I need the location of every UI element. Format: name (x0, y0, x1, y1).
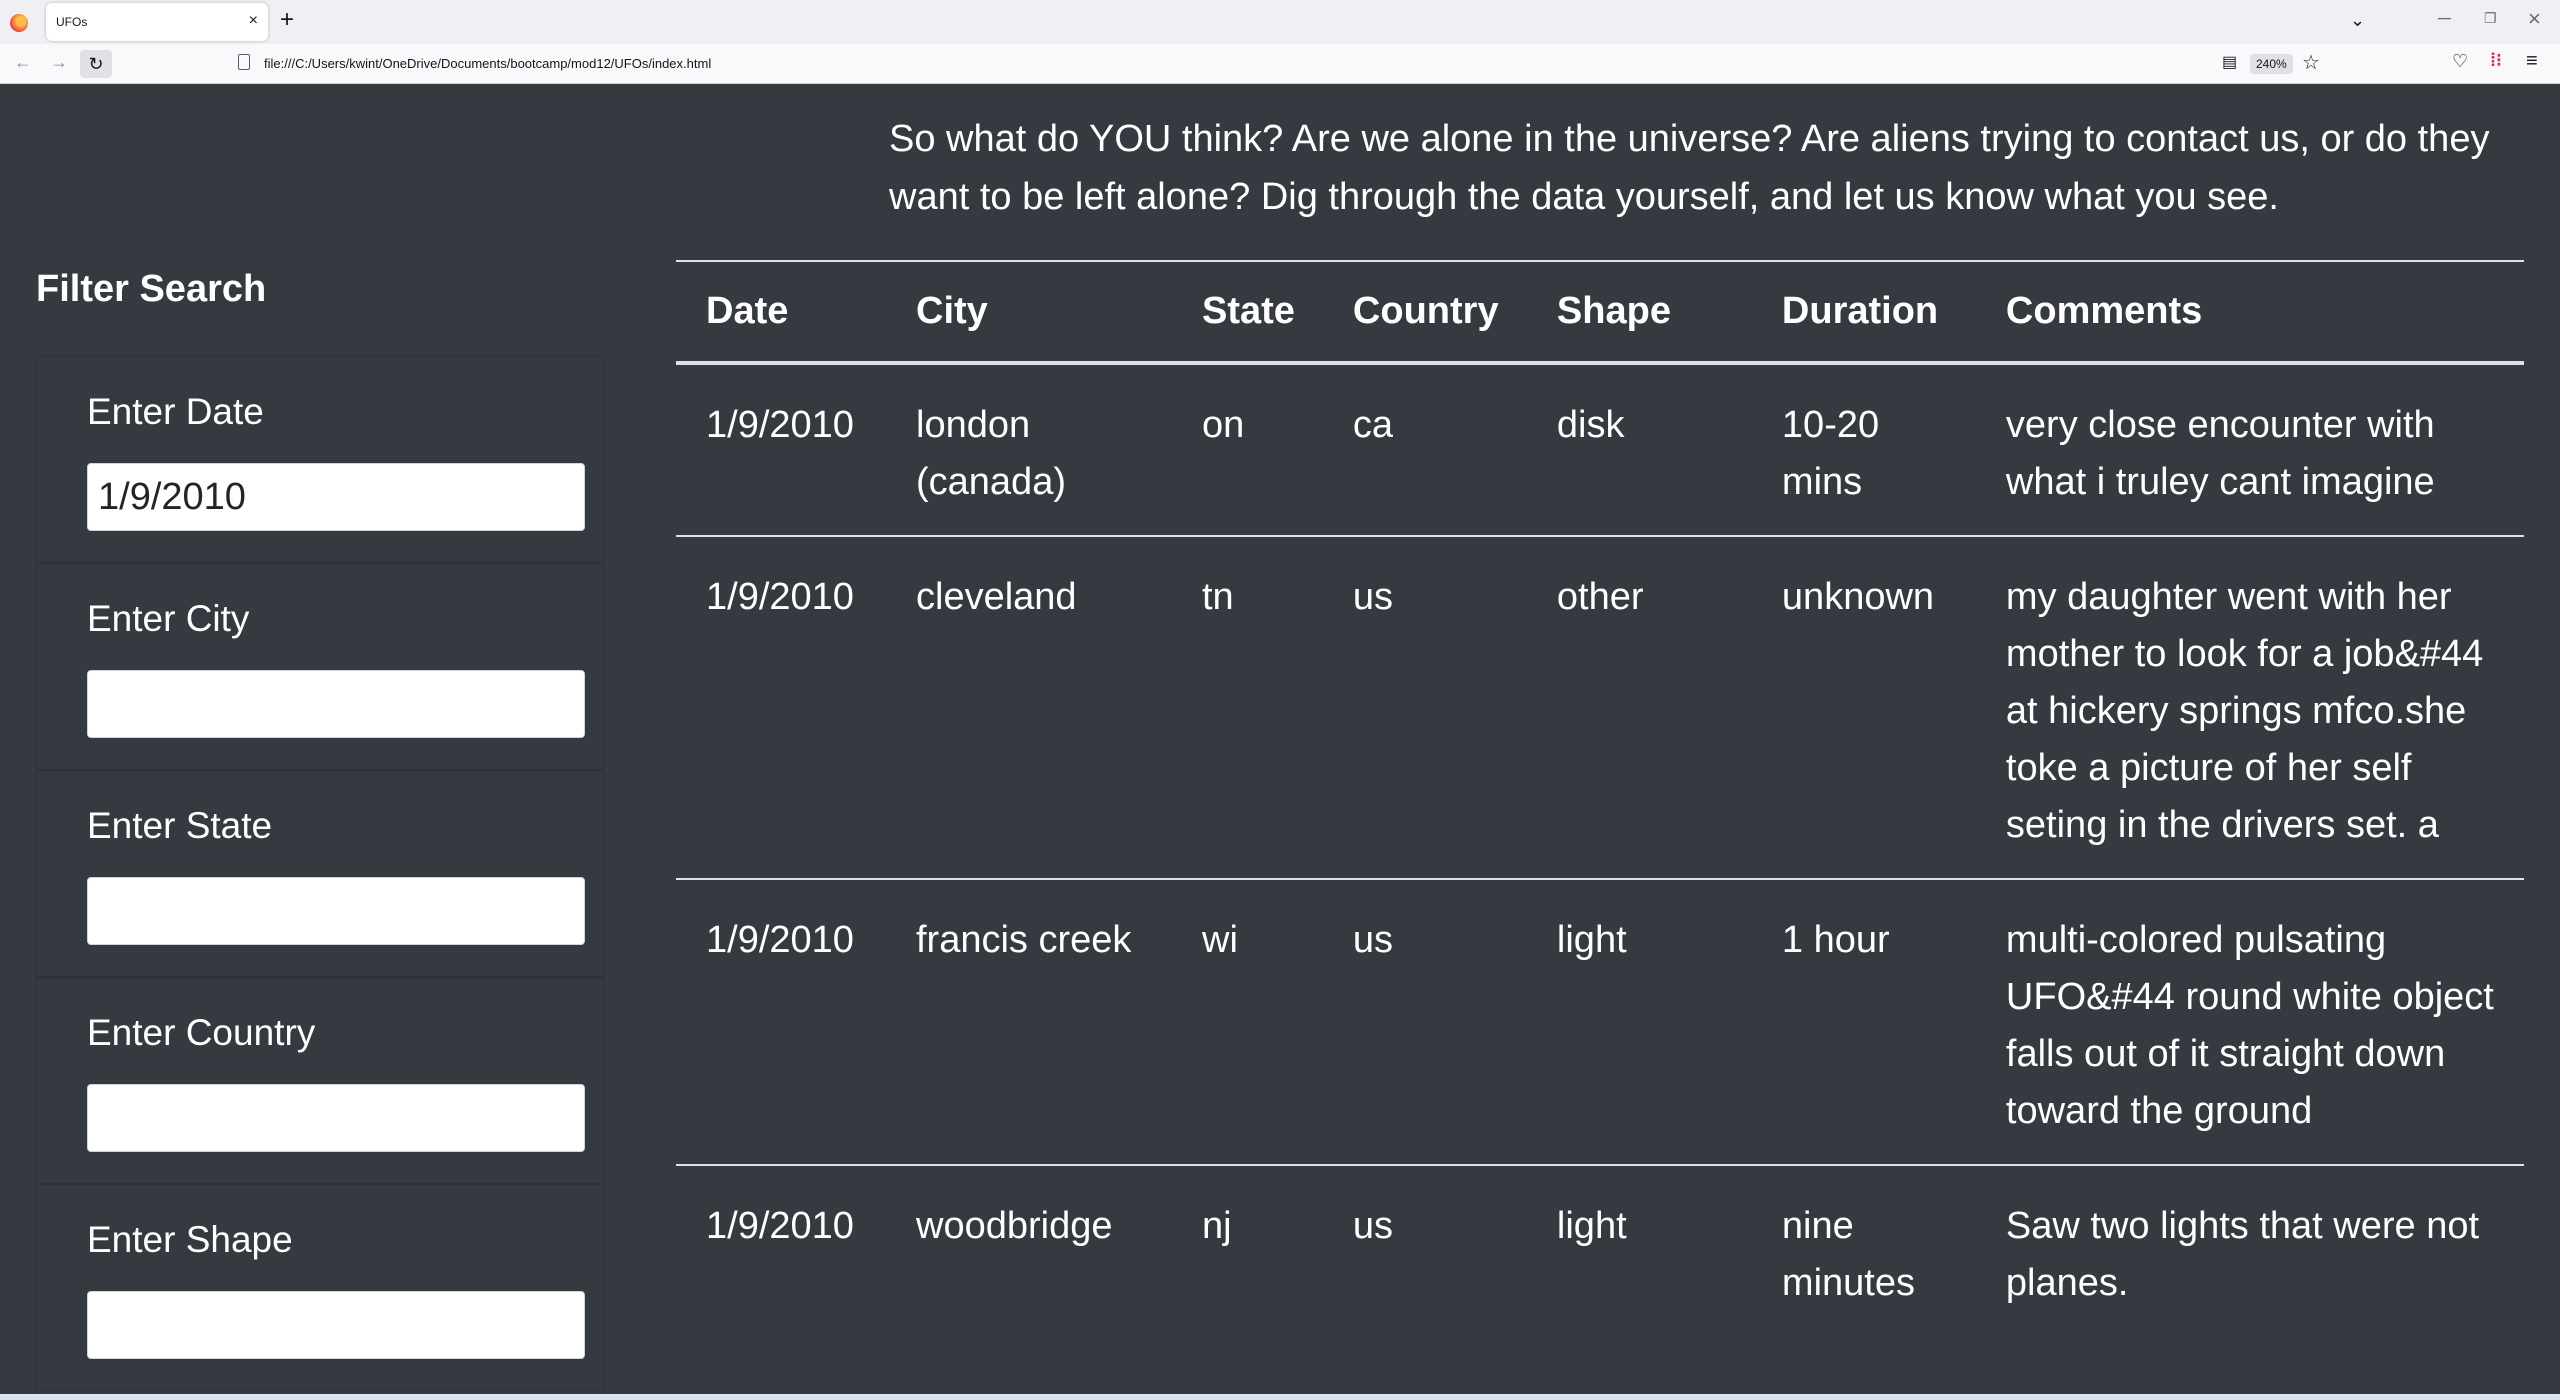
filter-item-shape: Enter Shape (36, 1184, 604, 1391)
restore-icon[interactable]: ❐ (2484, 10, 2497, 27)
header-shape: Shape (1526, 260, 1752, 365)
state-input[interactable] (87, 877, 585, 945)
extension-icon[interactable]: ⁞⁝ (2490, 50, 2502, 71)
cell-date: 1/9/2010 (706, 404, 854, 446)
date-label: Enter Date (87, 391, 264, 432)
page-content: So what do YOU think? Are we alone in th… (0, 84, 2560, 1394)
table-row: 1/9/2010 cleveland tn us other unknown m… (676, 535, 2524, 879)
tab-close-icon[interactable]: × (249, 12, 258, 30)
cell-city: francis creek (886, 878, 1172, 1165)
table-row: 1/9/2010 woodbridge nj us light nine min… (676, 1164, 2524, 1336)
cell-state: tn (1172, 535, 1323, 879)
header-state: State (1172, 260, 1323, 365)
filter-item-country: Enter Country (36, 977, 604, 1184)
country-label: Enter Country (87, 1012, 316, 1053)
cell-country: ca (1352, 404, 1394, 446)
browser-nav-bar: ← → ↻ file:///C:/Users/kwint/OneDrive/Do… (0, 44, 2560, 84)
filter-list: Enter Date Enter City Enter State Enter … (36, 356, 604, 1391)
cell-city: woodbridge (886, 1164, 1172, 1336)
city-label: Enter City (87, 598, 250, 639)
intro-paragraph: So what do YOU think? Are we alone in th… (889, 118, 2490, 218)
bookmark-star-icon[interactable]: ☆ (2302, 50, 2320, 75)
cell-comments: my daughter went with her mother to look… (1975, 535, 2524, 879)
header-duration: Duration (1751, 260, 1976, 365)
reader-view-icon[interactable]: ▤ (2222, 52, 2237, 72)
bottom-strip (0, 1394, 2560, 1400)
table-row: 1/9/2010 francis creek wi us light 1 hou… (676, 878, 2524, 1165)
minimize-icon[interactable]: ─ (2438, 8, 2451, 29)
filter-heading: Filter Search (36, 268, 267, 310)
chevron-down-icon[interactable]: ⌄ (2350, 10, 2365, 31)
header-date: Date (676, 260, 886, 365)
cell-shape: light (1526, 1164, 1752, 1336)
zoom-level-badge[interactable]: 240% (2250, 54, 2293, 74)
cell-city: cleveland (886, 535, 1172, 879)
cell-date: 1/9/2010 (676, 1164, 886, 1336)
cell-date: 1/9/2010 (676, 535, 886, 879)
date-input[interactable] (87, 463, 585, 531)
city-input[interactable] (87, 670, 585, 738)
country-input[interactable] (87, 1084, 585, 1152)
cell-comments: very close encounter with what i truley … (2005, 404, 2435, 503)
new-tab-button[interactable]: + (280, 6, 294, 34)
cell-shape: disk (1556, 404, 1625, 446)
header-comments: Comments (1975, 260, 2524, 365)
cell-duration: nine minutes (1751, 1164, 1976, 1336)
ufo-sightings-table: Date City State Country Shape Duration C… (676, 260, 2524, 1336)
cell-comments: multi-colored pulsating UFO&#44 round wh… (1975, 878, 2524, 1165)
browser-tab-bar: UFOs × + ⌄ ─ ❐ × (0, 0, 2560, 44)
url-bar[interactable]: file:///C:/Users/kwint/OneDrive/Document… (264, 56, 711, 71)
filter-item-date: Enter Date (36, 356, 604, 563)
hamburger-menu-icon[interactable]: ≡ (2526, 50, 2538, 73)
cell-state: wi (1172, 878, 1323, 1165)
cell-country: us (1322, 535, 1527, 879)
cell-duration: 1 hour (1751, 878, 1976, 1165)
reload-icon[interactable]: ↻ (80, 50, 112, 78)
header-country: Country (1322, 260, 1527, 365)
header-city: City (886, 260, 1172, 365)
cell-state: nj (1172, 1164, 1323, 1336)
table-header-row: Date City State Country Shape Duration C… (676, 260, 2524, 365)
pocket-icon[interactable]: ♡ (2452, 51, 2468, 72)
cell-country: us (1322, 1164, 1527, 1336)
table-row: 1/9/2010 london (canada) on ca disk 10-2… (676, 363, 2524, 536)
filter-item-city: Enter City (36, 563, 604, 770)
cell-country: us (1322, 878, 1527, 1165)
cell-city: london (canada) (916, 404, 1066, 503)
cell-state: on (1202, 404, 1245, 446)
shape-label: Enter Shape (87, 1219, 293, 1260)
cell-shape: other (1526, 535, 1752, 879)
shape-input[interactable] (87, 1291, 585, 1359)
filter-item-state: Enter State (36, 770, 604, 977)
firefox-logo-icon (10, 14, 28, 32)
cell-shape: light (1526, 878, 1752, 1165)
page-icon (238, 54, 250, 70)
cell-comments: Saw two lights that were not planes. (1975, 1164, 2524, 1336)
cell-duration: unknown (1751, 535, 1976, 879)
close-window-icon[interactable]: × (2528, 6, 2541, 32)
browser-tab[interactable]: UFOs × (46, 3, 268, 41)
tab-title: UFOs (56, 15, 88, 29)
state-label: Enter State (87, 805, 273, 846)
cell-duration: 10-20 mins (1781, 404, 1880, 503)
forward-arrow-icon[interactable]: → (50, 52, 68, 73)
cell-date: 1/9/2010 (676, 878, 886, 1165)
back-arrow-icon[interactable]: ← (14, 52, 32, 73)
